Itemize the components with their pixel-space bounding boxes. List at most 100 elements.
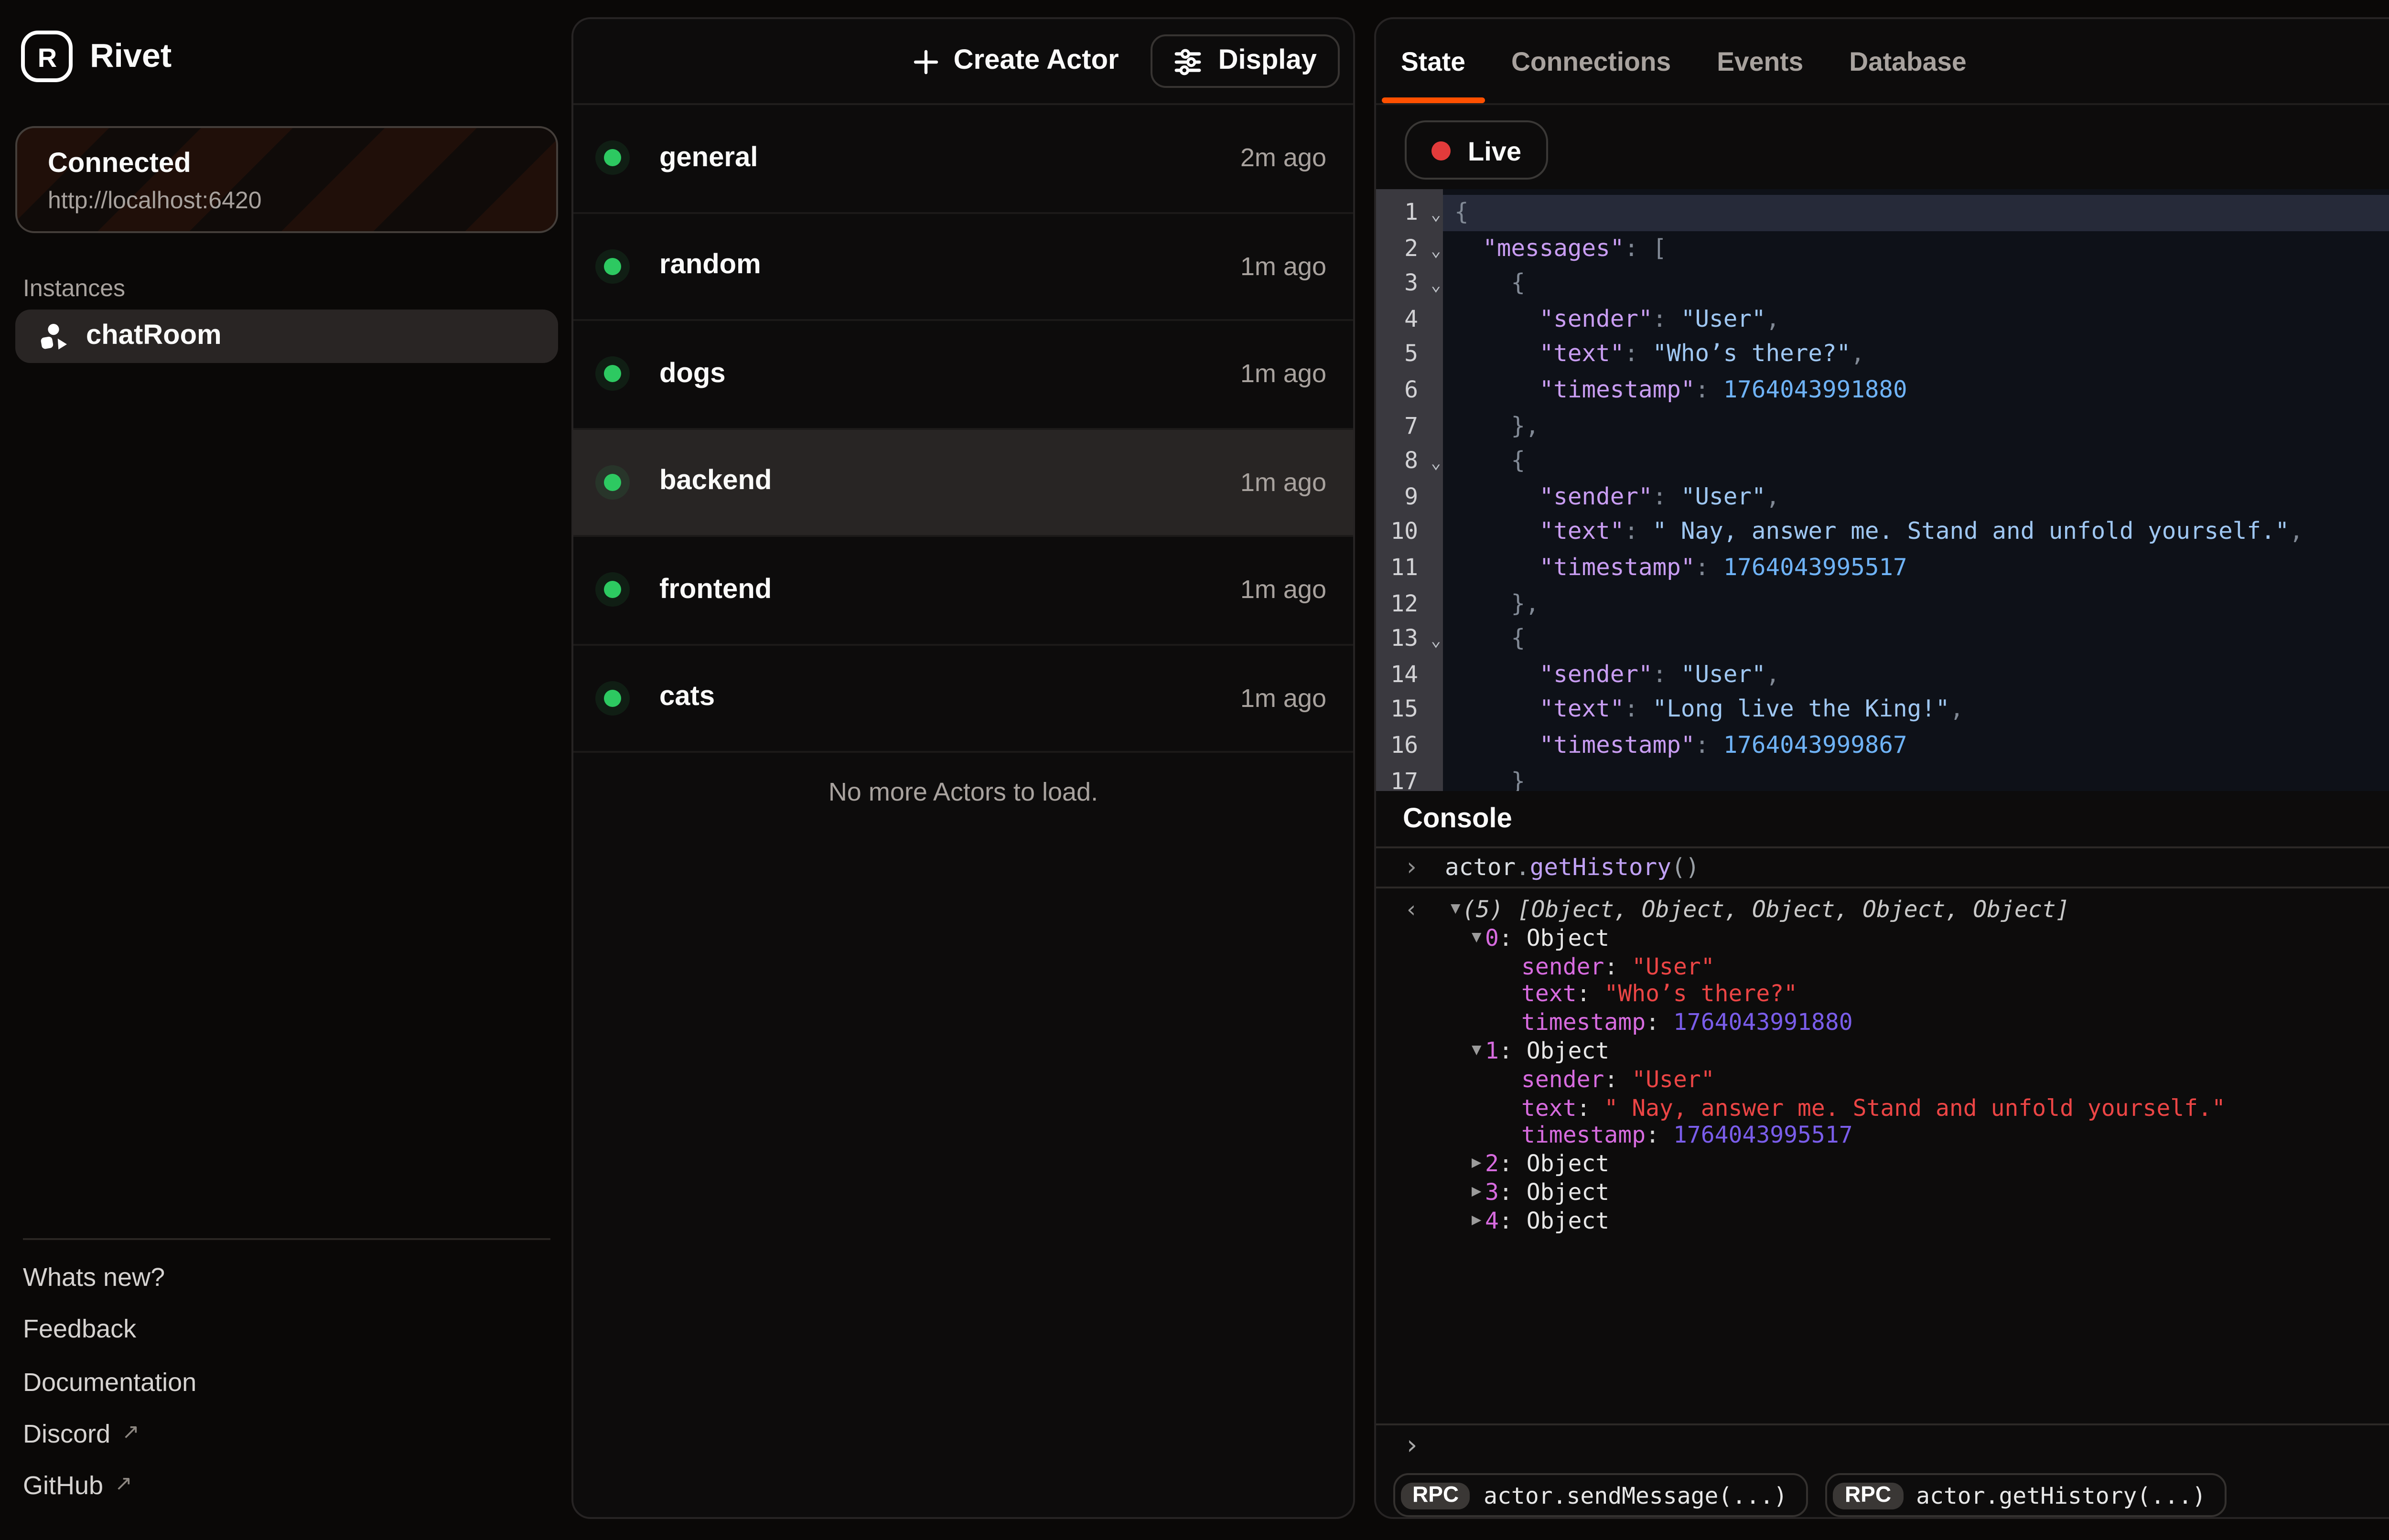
gutter-line: 13⌄: [1376, 621, 1443, 657]
line-number: 8: [1404, 448, 1418, 474]
sidebar-item-chatroom[interactable]: chatRoom: [15, 310, 558, 363]
line-number: 9: [1404, 483, 1418, 510]
connection-status: Connected: [48, 145, 526, 183]
code-line: "text": "Who’s there?",: [1443, 337, 2389, 373]
actor-row-general[interactable]: general2m ago: [573, 105, 1353, 213]
actor-rows: general2m agorandom1m agodogs1m agobacke…: [573, 105, 1353, 753]
fold-chevron-icon[interactable]: ⌄: [1431, 625, 1441, 661]
actor-name: cats: [659, 683, 715, 713]
code-line: "text": "Long live the King!",: [1443, 692, 2389, 727]
actor-row-dogs[interactable]: dogs1m ago: [573, 321, 1353, 429]
code-line: "sender": "User",: [1443, 479, 2389, 514]
actor-row-cats[interactable]: cats 1m ago: [573, 645, 1353, 753]
create-actor-button[interactable]: Create Actor: [914, 46, 1119, 76]
console-header[interactable]: Console: [1376, 791, 2389, 848]
live-label: Live: [1468, 135, 1521, 165]
tab-connections[interactable]: Connections: [1511, 47, 1671, 75]
inspector-tabs: StateConnectionsEventsDatabase Running: [1376, 19, 2389, 105]
code-line: "messages": [: [1443, 230, 2389, 266]
plus-icon: [914, 49, 938, 74]
sidebar-links: Whats new? Feedback DocumentationDiscord↗G…: [23, 1251, 550, 1512]
sidebar-link-label: Feedback: [23, 1315, 136, 1344]
tab-state[interactable]: State: [1401, 47, 1465, 75]
code-line: {: [1443, 621, 2389, 657]
state-json-editor[interactable]: 1⌄2⌄3⌄45678⌄910111213⌄14151617 { "messag…: [1376, 189, 2389, 791]
rpc-label: actor.getHistory(...): [1916, 1482, 2206, 1508]
line-number: 12: [1390, 589, 1418, 616]
prompt-icon: ›: [1407, 1431, 1417, 1462]
sidebar: R Rivet Connected http://localhost:6420 …: [0, 0, 573, 1540]
tree-collapse-icon[interactable]: ▼: [1451, 896, 1461, 924]
status-dot-icon: [604, 473, 621, 491]
line-number: 3: [1404, 270, 1418, 297]
actor-time: 1m ago: [1240, 684, 1326, 712]
gutter-line: 2⌄: [1376, 230, 1443, 266]
console-row: timestamp: 1764043991880: [1376, 1009, 2389, 1037]
create-actor-label: Create Actor: [954, 46, 1119, 76]
code-line: "timestamp": 1764043999867: [1443, 728, 2389, 763]
fold-chevron-icon[interactable]: ⌄: [1431, 199, 1441, 234]
instance-name: chatRoom: [86, 321, 222, 352]
tree-collapse-icon[interactable]: ▼: [1472, 1037, 1482, 1066]
actor-shapes-icon: [40, 322, 69, 351]
sidebar-link-feedback[interactable]: Feedback: [23, 1304, 550, 1356]
actor-name: general: [659, 143, 758, 173]
console-row: text: " Nay, answer me. Stand and unfold…: [1376, 1094, 2389, 1122]
tab-events[interactable]: Events: [1717, 47, 1803, 75]
tree-expand-icon[interactable]: ▶: [1472, 1207, 1482, 1235]
empty-note: No more Actors to load.: [573, 778, 1353, 806]
console-row: text: "Who’s there?": [1376, 981, 2389, 1009]
actor-list-panel: Create Actor Display general2m agorandom…: [571, 17, 1355, 1519]
code-line: "sender": "User",: [1443, 657, 2389, 692]
rpc-suggestion-actor-gethistory[interactable]: RPCactor.getHistory(...): [1826, 1473, 2227, 1517]
tree-expand-icon[interactable]: ▶: [1472, 1151, 1482, 1179]
line-number: 15: [1390, 696, 1418, 723]
code-line: }: [1443, 763, 2389, 791]
display-label: Display: [1218, 46, 1317, 76]
tree-collapse-icon[interactable]: ▼: [1472, 924, 1482, 952]
line-number: 7: [1404, 412, 1418, 438]
editor-toolbar: Live: [1376, 105, 2389, 189]
status-dot-icon: [604, 581, 621, 599]
display-button[interactable]: Display: [1151, 34, 1340, 88]
line-number: 1: [1404, 199, 1418, 225]
line-number: 13: [1390, 625, 1418, 652]
console-result-icon: ‹: [1407, 896, 1416, 924]
actor-time: 1m ago: [1240, 360, 1326, 388]
actor-name: frontend: [659, 575, 772, 605]
console-history-entry[interactable]: › actor.getHistory(): [1376, 848, 2389, 888]
code-line: "timestamp": 1764043991880: [1443, 373, 2389, 408]
sidebar-link-discord[interactable]: Discord↗: [23, 1408, 550, 1460]
line-number: 14: [1390, 661, 1418, 687]
sidebar-link-whats-new[interactable]: Whats new?: [23, 1251, 550, 1304]
actor-name: backend: [659, 467, 772, 497]
sidebar-link-github[interactable]: GitHub↗: [23, 1460, 550, 1512]
rivet-logo-letter: R: [38, 41, 56, 72]
code-line: {: [1443, 266, 2389, 301]
code-line: "timestamp": 1764043995517: [1443, 550, 2389, 586]
actor-row-frontend[interactable]: frontend1m ago: [573, 537, 1353, 645]
sliders-icon: [1174, 47, 1203, 75]
sidebar-divider: [23, 1238, 550, 1240]
sidebar-link-label: Discord: [23, 1420, 110, 1448]
line-number: 6: [1404, 376, 1418, 403]
tabs-box: State Connections Events Database: [1401, 47, 1967, 75]
tree-expand-icon[interactable]: ▶: [1472, 1179, 1482, 1207]
console-input-row[interactable]: ›: [1376, 1423, 2389, 1465]
rpc-suggestion-actor-sendmessage[interactable]: RPCactor.sendMessage(...): [1393, 1473, 1808, 1517]
gutter-line: 1⌄: [1376, 195, 1443, 230]
code-line: },: [1443, 408, 2389, 443]
actor-time: 1m ago: [1240, 468, 1326, 496]
sidebar-link-documentation[interactable]: Documentation: [23, 1356, 550, 1408]
fold-chevron-icon[interactable]: ⌄: [1431, 448, 1441, 483]
actor-list-header: Create Actor Display: [573, 19, 1353, 105]
actor-row-random[interactable]: random1m ago: [573, 213, 1353, 321]
line-number: 4: [1404, 305, 1418, 332]
tab-database[interactable]: Database: [1849, 47, 1966, 75]
live-toggle[interactable]: Live: [1405, 120, 1548, 180]
fold-chevron-icon[interactable]: ⌄: [1431, 270, 1441, 305]
console-row-text: text: " Nay, answer me. Stand and unfold…: [1376, 1094, 2226, 1122]
connection-status-card[interactable]: Connected http://localhost:6420: [15, 126, 558, 233]
fold-chevron-icon[interactable]: ⌄: [1431, 234, 1441, 269]
actor-row-backend[interactable]: backend 1m ago: [573, 429, 1353, 537]
